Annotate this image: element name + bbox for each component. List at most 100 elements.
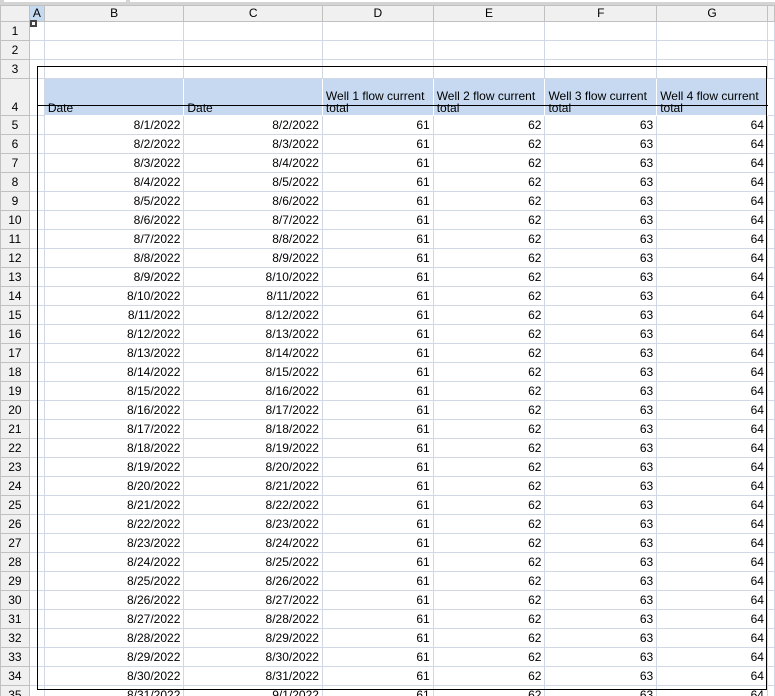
table-cell[interactable]: 64 [656,381,768,401]
table-cell[interactable]: 63 [544,666,658,686]
cell[interactable] [28,153,45,173]
table-cell[interactable]: 8/24/2022 [183,533,323,553]
cell[interactable] [28,628,45,648]
table-cell[interactable]: 8/16/2022 [43,400,185,420]
table-cell[interactable]: 61 [321,419,434,439]
row-header[interactable]: 4 [0,78,30,116]
cell[interactable] [766,172,775,192]
table-cell[interactable]: 8/13/2022 [183,324,323,344]
cell[interactable] [28,229,45,249]
table-cell[interactable]: 62 [432,457,546,477]
table-cell[interactable]: 8/5/2022 [183,172,323,192]
cell[interactable] [28,78,45,116]
table-cell[interactable]: 64 [656,552,768,572]
table-cell[interactable]: 61 [321,134,434,154]
cell[interactable] [766,286,775,306]
row-header[interactable]: 23 [0,457,30,477]
cell[interactable] [766,400,775,420]
cell[interactable] [766,419,775,439]
table-cell[interactable]: 63 [544,552,658,572]
table-cell[interactable]: 62 [432,286,546,306]
cell[interactable] [432,59,546,79]
cell[interactable] [766,78,775,116]
cell[interactable] [28,362,45,382]
table-cell[interactable]: 63 [544,476,658,496]
cell[interactable] [656,40,768,60]
row-header[interactable]: 21 [0,419,30,439]
table-cell[interactable]: 62 [432,533,546,553]
cell[interactable] [28,571,45,591]
table-cell[interactable]: 61 [321,153,434,173]
cell[interactable] [766,229,775,249]
row-header[interactable]: 20 [0,400,30,420]
row-header[interactable]: 12 [0,248,30,268]
table-cell[interactable]: 8/18/2022 [183,419,323,439]
table-header-cell[interactable]: Well 4 flow current total [656,78,768,116]
table-cell[interactable]: 8/26/2022 [43,590,185,610]
cell[interactable] [43,40,185,60]
table-cell[interactable]: 64 [656,438,768,458]
row-header[interactable]: 33 [0,647,30,667]
cell[interactable] [28,267,45,287]
row-header[interactable]: 6 [0,134,30,154]
table-cell[interactable]: 64 [656,419,768,439]
table-cell[interactable]: 8/7/2022 [43,229,185,249]
table-cell[interactable]: 61 [321,647,434,667]
row-header[interactable]: 19 [0,381,30,401]
cell[interactable] [656,21,768,41]
table-cell[interactable]: 61 [321,476,434,496]
cell[interactable] [766,153,775,173]
table-cell[interactable]: 62 [432,343,546,363]
cell[interactable] [432,40,546,60]
table-cell[interactable]: 8/25/2022 [43,571,185,591]
table-cell[interactable]: 64 [656,609,768,629]
table-cell[interactable]: 64 [656,590,768,610]
cell[interactable] [766,59,775,79]
cell[interactable] [766,324,775,344]
table-cell[interactable]: 61 [321,172,434,192]
table-cell[interactable]: 61 [321,286,434,306]
table-cell[interactable]: 8/20/2022 [183,457,323,477]
cell[interactable] [28,248,45,268]
cell[interactable] [321,59,434,79]
cell[interactable] [766,457,775,477]
cell[interactable] [28,191,45,211]
table-cell[interactable]: 8/30/2022 [43,666,185,686]
cell[interactable] [28,609,45,629]
table-cell[interactable]: 63 [544,381,658,401]
table-cell[interactable]: 62 [432,628,546,648]
row-header[interactable]: 2 [0,40,30,60]
table-cell[interactable]: 61 [321,229,434,249]
table-cell[interactable]: 62 [432,210,546,230]
table-cell[interactable]: 63 [544,571,658,591]
table-cell[interactable]: 61 [321,590,434,610]
table-cell[interactable]: 64 [656,286,768,306]
table-cell[interactable]: 63 [544,685,658,696]
cell[interactable] [183,59,323,79]
table-cell[interactable]: 63 [544,324,658,344]
cell[interactable] [183,40,323,60]
row-header[interactable]: 13 [0,267,30,287]
cell[interactable] [28,172,45,192]
cell[interactable] [28,495,45,515]
cell[interactable] [28,115,45,135]
table-cell[interactable]: 8/6/2022 [43,210,185,230]
cell[interactable] [766,438,775,458]
cell[interactable] [28,286,45,306]
table-cell[interactable]: 63 [544,305,658,325]
cell[interactable] [766,343,775,363]
table-cell[interactable]: 8/10/2022 [183,267,323,287]
table-cell[interactable]: 64 [656,172,768,192]
table-cell[interactable]: 61 [321,495,434,515]
table-cell[interactable]: 63 [544,286,658,306]
table-cell[interactable]: 64 [656,666,768,686]
cell[interactable] [28,134,45,154]
cell[interactable] [28,514,45,534]
table-cell[interactable]: 61 [321,571,434,591]
table-cell[interactable]: 61 [321,362,434,382]
row-header[interactable]: 35 [0,685,30,696]
table-cell[interactable]: 64 [656,343,768,363]
table-cell[interactable]: 8/24/2022 [43,552,185,572]
row-header[interactable]: 5 [0,115,30,135]
table-cell[interactable]: 64 [656,400,768,420]
